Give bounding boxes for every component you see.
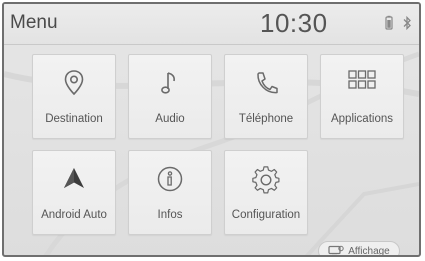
bluetooth-icon (403, 15, 411, 31)
page-title: Menu (10, 12, 58, 33)
tile-label: Infos (157, 209, 183, 221)
tile-destination[interactable]: Destination (32, 54, 116, 139)
tile-label: Applications (330, 113, 393, 125)
header-bar: Menu 10:30 (4, 4, 419, 45)
phone-battery-icon (385, 15, 393, 30)
affichage-label: Affichage (348, 245, 390, 257)
status-area (383, 15, 413, 31)
phone-icon (257, 72, 278, 94)
tile-configuration[interactable]: Configuration (224, 150, 308, 235)
clock: 10:30 (260, 8, 328, 38)
tile-applications[interactable]: Applications (320, 54, 404, 139)
tile-android-auto[interactable]: Android Auto (32, 150, 116, 235)
map-pin-icon (64, 70, 84, 96)
info-icon (157, 166, 183, 192)
tile-infos[interactable]: Infos (128, 150, 212, 235)
android-auto-icon (64, 168, 84, 188)
app-grid-icon (348, 70, 376, 89)
gear-icon (252, 166, 280, 194)
display-icon (328, 245, 344, 255)
tile-label: Configuration (231, 209, 301, 221)
affichage-button[interactable]: Affichage (318, 241, 400, 257)
music-note-icon (161, 72, 175, 94)
tile-telephone[interactable]: Téléphone (224, 54, 308, 139)
tile-audio[interactable]: Audio (128, 54, 212, 139)
tile-label: Audio (155, 113, 185, 125)
head-unit-screen: Menu 10:30 Destination Audio Téléphone A… (2, 2, 421, 257)
tile-label: Destination (45, 113, 103, 125)
tile-label: Téléphone (238, 113, 294, 125)
tile-label: Android Auto (41, 209, 107, 221)
